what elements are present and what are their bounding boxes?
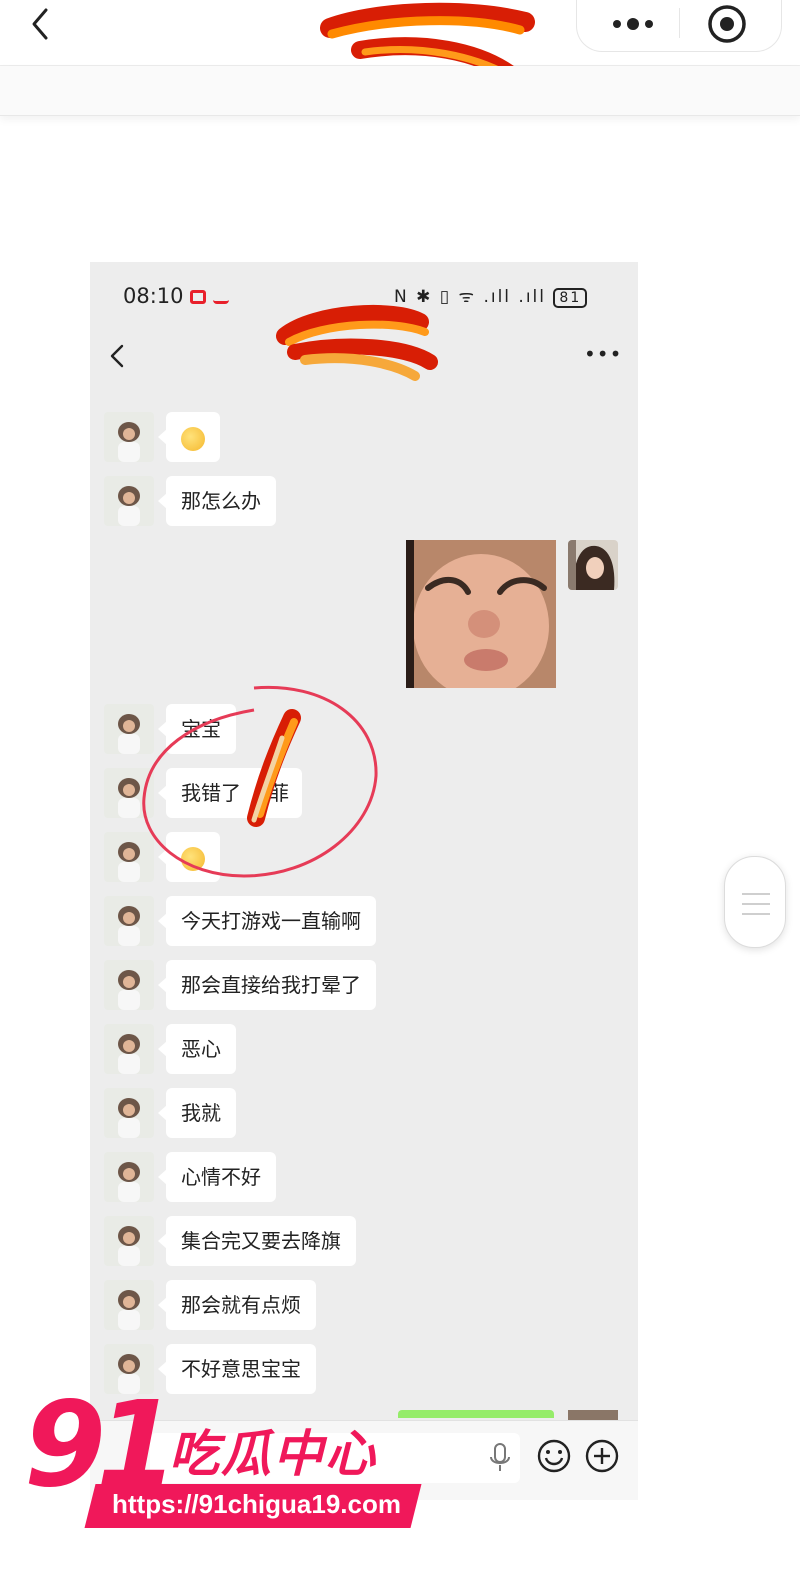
- floating-side-handle[interactable]: [724, 856, 786, 948]
- message-bubble[interactable]: 集合完又要去降旗: [158, 1216, 356, 1266]
- sent-photo[interactable]: [406, 540, 556, 688]
- battery-icon: 81: [553, 288, 588, 308]
- microphone-icon[interactable]: [488, 1441, 512, 1475]
- notification-icon: [190, 290, 207, 304]
- message-bubble[interactable]: 心情不好: [158, 1152, 276, 1202]
- capsule-divider: [679, 8, 680, 38]
- message-bubble[interactable]: [158, 412, 220, 462]
- close-miniprogram-icon[interactable]: [705, 2, 749, 46]
- contact-avatar[interactable]: [104, 960, 154, 1010]
- contact-avatar[interactable]: [104, 1152, 154, 1202]
- self-avatar[interactable]: [568, 1410, 618, 1420]
- message-bubble[interactable]: 那怎么办: [158, 476, 276, 526]
- chat-more-icon[interactable]: •••: [584, 342, 621, 368]
- emoji-icon: [181, 426, 205, 451]
- contact-avatar[interactable]: [104, 476, 154, 526]
- watermark-url: https://91chigua19.com: [112, 1489, 401, 1519]
- contact-avatar[interactable]: [104, 1024, 154, 1074]
- capsule-menu: [576, 0, 782, 52]
- contact-name-scribble: [276, 304, 438, 381]
- chat-screenshot: 08:10 N ✱ ▯ ᯤ .ıll .ıll 81 ••• 那怎么办 宝宝 我…: [90, 262, 638, 1500]
- more-plus-icon[interactable]: [584, 1438, 620, 1474]
- watermark-name: 吃瓜中心: [169, 1425, 377, 1483]
- contact-avatar[interactable]: [104, 412, 154, 462]
- message-bubble[interactable]: 那会直接给我打晕了: [158, 960, 376, 1010]
- status-time: 08:10: [123, 284, 229, 308]
- header-shadow-band: [0, 66, 800, 116]
- chat-back-icon[interactable]: [104, 336, 130, 376]
- contact-avatar[interactable]: [104, 1280, 154, 1330]
- message-bubble[interactable]: 我就: [158, 1088, 236, 1138]
- site-watermark: 91 吃瓜中心 https://91chigua19.com: [24, 1384, 424, 1544]
- back-arrow-icon[interactable]: [22, 4, 62, 44]
- emoji-picker-icon[interactable]: [536, 1438, 572, 1474]
- redaction-scribble: [247, 709, 301, 827]
- more-options-icon[interactable]: [603, 4, 663, 44]
- message-bubble[interactable]: 那会就有点烦: [158, 1280, 316, 1330]
- app-header: [0, 0, 800, 87]
- contact-avatar[interactable]: [104, 1216, 154, 1266]
- app-icon: [212, 290, 229, 304]
- contact-avatar[interactable]: [104, 896, 154, 946]
- contact-avatar[interactable]: [104, 1088, 154, 1138]
- self-avatar[interactable]: [568, 540, 618, 590]
- message-bubble[interactable]: 今天打游戏一直输啊: [158, 896, 376, 946]
- message-bubble[interactable]: 恶心: [158, 1024, 236, 1074]
